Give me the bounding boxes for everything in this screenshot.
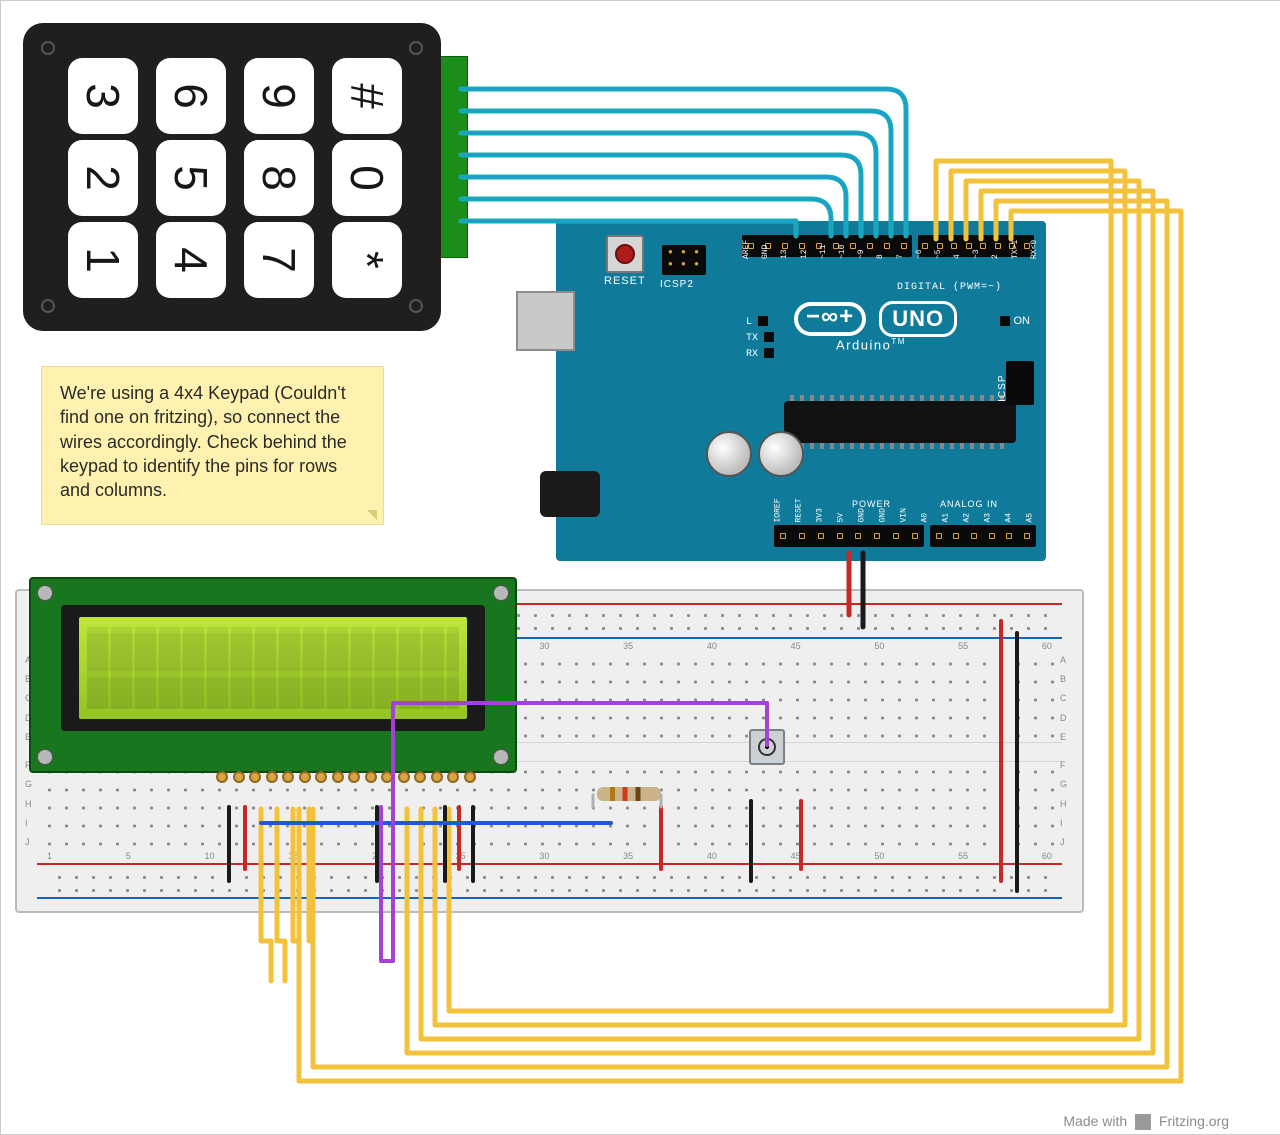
- capacitors-icon: [706, 431, 810, 482]
- keypad-key: 7: [244, 222, 314, 298]
- lcd-character-cells: [87, 627, 459, 709]
- usb-port-icon: [516, 291, 575, 351]
- led-icon: [758, 316, 768, 326]
- lcd-pin: [431, 771, 443, 783]
- lcd-pin: [299, 771, 311, 783]
- infinity-logo-icon: −∞+: [794, 302, 866, 336]
- serial-led-labels: L TX RX: [746, 315, 774, 363]
- screw-icon: [409, 299, 423, 313]
- keypad-key: *: [332, 222, 402, 298]
- potentiometer-icon: [749, 729, 785, 765]
- fritzing-attribution: Made with Fritzing.org: [1063, 1113, 1229, 1130]
- note-text: We're using a 4x4 Keypad (Couldn't find …: [60, 383, 347, 500]
- icsp2-label: ICSP2: [660, 279, 694, 290]
- reset-label: RESET: [604, 275, 646, 287]
- keypad-key: 8: [244, 140, 314, 216]
- mount-hole-icon: [37, 585, 53, 601]
- icsp-label: ICSP: [997, 375, 1008, 402]
- lcd-16x2: [29, 577, 517, 773]
- arduino-uno-board: RESET ICSP2 AREFGND1312~11~10~987~6~54~3…: [556, 221, 1046, 561]
- brand-label: ArduinoTM: [836, 337, 906, 352]
- lcd-pin: [233, 771, 245, 783]
- reset-button-icon: [606, 235, 644, 273]
- lcd-pin: [348, 771, 360, 783]
- atmega-chip-icon: [784, 401, 1016, 443]
- lcd-pin: [365, 771, 377, 783]
- lcd-pin: [414, 771, 426, 783]
- keypad-key: 0: [332, 140, 402, 216]
- fritzing-logo-icon: [1135, 1114, 1151, 1130]
- model-label: UNO: [879, 301, 957, 337]
- keypad-key: 2: [68, 140, 138, 216]
- lcd-pin: [216, 771, 228, 783]
- sticky-note: We're using a 4x4 Keypad (Couldn't find …: [41, 366, 384, 525]
- keypad-key: 1: [68, 222, 138, 298]
- power-rail-bot: [37, 861, 1062, 901]
- lcd-header-pins: [216, 771, 476, 789]
- icsp2-header-icon: [662, 245, 706, 275]
- icsp-header-icon: [1006, 361, 1034, 405]
- lcd-pin: [266, 771, 278, 783]
- digital-section-label: DIGITAL (PWM=~): [897, 282, 1002, 293]
- resistor-icon: [597, 787, 661, 801]
- mount-hole-icon: [493, 585, 509, 601]
- screw-icon: [41, 299, 55, 313]
- lcd-pin: [447, 771, 459, 783]
- power-led-label: ON: [1000, 315, 1031, 327]
- keypad-key: 9: [244, 58, 314, 134]
- led-icon: [764, 348, 774, 358]
- lcd-pin: [315, 771, 327, 783]
- keypad-key: 3: [68, 58, 138, 134]
- keypad-key: #: [332, 58, 402, 134]
- fritzing-diagram: 369#2580 147* We're using a 4x4 Keypad (C…: [0, 0, 1280, 1135]
- row-letters-right: ABCDE FGHIJ: [1060, 655, 1074, 847]
- keypad-key: 6: [156, 58, 226, 134]
- lcd-screen: [79, 617, 467, 719]
- screw-icon: [41, 41, 55, 55]
- analog-section-label: ANALOG IN: [940, 499, 998, 509]
- barrel-jack-icon: [540, 471, 600, 517]
- power-header: [774, 525, 924, 547]
- led-icon: [764, 332, 774, 342]
- keypad-3x4: 369#2580 147*: [23, 23, 441, 331]
- screw-icon: [409, 41, 423, 55]
- lcd-pin: [282, 771, 294, 783]
- power-analog-pin-labels: IOREFRESET3V35VGNDGNDVINA0A1A2A3A4A5: [774, 514, 1034, 523]
- lcd-pin: [332, 771, 344, 783]
- analog-header: [930, 525, 1036, 547]
- keypad-key: 5: [156, 140, 226, 216]
- mount-hole-icon: [493, 749, 509, 765]
- mount-hole-icon: [37, 749, 53, 765]
- digital-pin-labels: AREFGND1312~11~10~987~6~54~32TX>1RX<0: [742, 259, 1038, 268]
- lcd-pin: [398, 771, 410, 783]
- column-numbers-bot: 151015202530354045505560: [47, 851, 1052, 861]
- keypad-grid: 369#2580 147*: [65, 61, 405, 295]
- keypad-key: 4: [156, 222, 226, 298]
- lcd-pin: [464, 771, 476, 783]
- lcd-bezel: [61, 605, 485, 731]
- lcd-pin: [249, 771, 261, 783]
- lcd-pin: [381, 771, 393, 783]
- arduino-logo: −∞+ UNO: [794, 301, 957, 337]
- power-section-label: POWER: [852, 499, 891, 509]
